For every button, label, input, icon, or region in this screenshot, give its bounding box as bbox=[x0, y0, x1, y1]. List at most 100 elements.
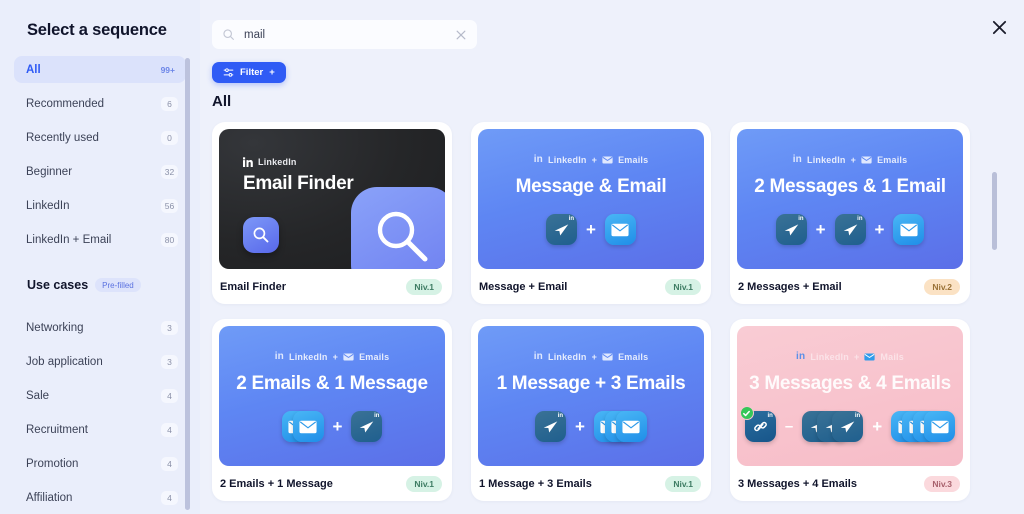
main-panel: Filter + All LinkedIn Email Finder bbox=[200, 0, 1024, 514]
card-header: in LinkedIn + Emails bbox=[275, 352, 390, 363]
close-icon bbox=[992, 20, 1006, 34]
sidebar-item-count: 6 bbox=[161, 96, 178, 111]
linkedin-message-icon: in bbox=[775, 214, 807, 245]
card-header-plus: + bbox=[853, 352, 860, 362]
card-name: Message + Email bbox=[479, 280, 568, 293]
plus-separator: + bbox=[586, 220, 596, 239]
sidebar-item-sale[interactable]: Sale 4 bbox=[14, 382, 186, 409]
card-header-plus: + bbox=[591, 352, 598, 362]
linkedin-icon: in bbox=[792, 154, 802, 165]
sequence-card[interactable]: in LinkedIn + Emails 2 Messages & 1 Emai… bbox=[730, 122, 970, 304]
close-icon[interactable] bbox=[455, 29, 467, 41]
card-header-suffix: Emails bbox=[359, 352, 390, 362]
linkedin-icon: in bbox=[533, 154, 543, 165]
sidebar-item-count: 0 bbox=[161, 130, 178, 145]
sidebar-item-promotion[interactable]: Promotion 4 bbox=[14, 450, 186, 477]
linkedin-message-icon: in bbox=[351, 411, 383, 442]
card-name: Email Finder bbox=[220, 280, 287, 293]
main-scrollbar[interactable] bbox=[992, 172, 997, 250]
sidebar-item-label: Sale bbox=[26, 389, 50, 402]
card-footer: 1 Message + 3 Emails Niv.1 bbox=[478, 466, 704, 501]
close-button[interactable] bbox=[987, 15, 1011, 39]
dash-separator: – bbox=[784, 418, 794, 435]
linkedin-badge-icon: in bbox=[798, 216, 804, 222]
sidebar-item-linkedin-email[interactable]: LinkedIn + Email 80 bbox=[14, 226, 186, 253]
plus-separator: + bbox=[575, 417, 585, 436]
sidebar-item-linkedin[interactable]: LinkedIn 56 bbox=[14, 192, 186, 219]
message-icon-stack: in in in bbox=[802, 411, 864, 442]
card-visual: in LinkedIn + Emails Message & Email in … bbox=[478, 129, 704, 269]
email-icon bbox=[604, 214, 636, 245]
envelope-icon bbox=[602, 353, 613, 361]
sidebar-item-count: 3 bbox=[161, 320, 178, 335]
search-icon bbox=[351, 187, 445, 269]
linkedin-badge-icon: in bbox=[854, 413, 861, 419]
sequence-card[interactable]: in LinkedIn + Emails 2 Emails & 1 Messag… bbox=[212, 319, 452, 501]
use-cases-nav: Networking 3 Job application 3 Sale 4 Re… bbox=[0, 314, 200, 511]
card-brand-label: LinkedIn bbox=[807, 155, 846, 165]
search-input[interactable] bbox=[235, 28, 455, 41]
card-brand-label: LinkedIn bbox=[289, 352, 328, 362]
search-box[interactable] bbox=[212, 20, 477, 49]
email-icon-stack bbox=[593, 411, 647, 442]
card-header-suffix: Emails bbox=[618, 155, 649, 165]
card-title: 2 Messages & 1 Email bbox=[754, 176, 946, 197]
sidebar-item-label: Recommended bbox=[26, 97, 104, 110]
sidebar-item-recently-used[interactable]: Recently used 0 bbox=[14, 124, 186, 151]
sidebar-item-beginner[interactable]: Beginner 32 bbox=[14, 158, 186, 185]
linkedin-badge-icon: in bbox=[557, 413, 564, 419]
plus-separator: + bbox=[815, 220, 826, 239]
sidebar-item-recommended[interactable]: Recommended 6 bbox=[14, 90, 186, 117]
search-row bbox=[200, 0, 1024, 49]
envelope-icon bbox=[864, 353, 876, 361]
sidebar-scrollbar[interactable] bbox=[185, 58, 190, 510]
sidebar-item-label: LinkedIn bbox=[26, 199, 70, 212]
sidebar-item-label: Recruitment bbox=[26, 423, 88, 436]
sidebar-item-count: 80 bbox=[161, 232, 178, 247]
sidebar-item-count: 3 bbox=[161, 354, 178, 369]
card-header: in LinkedIn + Emails bbox=[534, 352, 649, 363]
sidebar-item-affiliation[interactable]: Affiliation 4 bbox=[14, 484, 186, 511]
status-badge: Niv.1 bbox=[665, 278, 701, 295]
sequence-card[interactable]: in LinkedIn + Emails Message & Email in … bbox=[471, 122, 711, 304]
email-icon-stack bbox=[281, 411, 324, 442]
email-icon bbox=[924, 411, 956, 442]
linkedin-badge-icon: in bbox=[374, 413, 380, 419]
sidebar-nav: All 99+ Recommended 6 Recently used 0 Be… bbox=[0, 56, 200, 253]
envelope-icon bbox=[861, 156, 872, 164]
email-icon bbox=[615, 411, 647, 442]
sequence-card[interactable]: LinkedIn Email Finder Email Finder Niv.1 bbox=[212, 122, 452, 304]
use-cases-title: Use cases bbox=[27, 278, 89, 292]
sidebar-item-recruitment[interactable]: Recruitment 4 bbox=[14, 416, 186, 443]
use-cases-header: Use cases Pre-filled bbox=[0, 260, 200, 298]
linkedin-badge-icon: in bbox=[857, 216, 863, 222]
card-visual: in LinkedIn + Emails 2 Messages & 1 Emai… bbox=[737, 129, 963, 269]
sequence-picker-modal: Select a sequence All 99+ Recommended 6 … bbox=[0, 0, 1024, 514]
sidebar-item-label: Networking bbox=[26, 321, 84, 334]
filter-plus-icon: + bbox=[269, 67, 275, 78]
sidebar-item-label: Recently used bbox=[26, 131, 99, 144]
sidebar-item-count: 4 bbox=[161, 456, 178, 471]
sidebar-item-job-application[interactable]: Job application 3 bbox=[14, 348, 186, 375]
card-title: 2 Emails & 1 Message bbox=[236, 373, 428, 394]
card-footer: Email Finder Niv.1 bbox=[219, 269, 445, 304]
card-brand-label: LinkedIn bbox=[548, 352, 587, 362]
sidebar-item-count: 99+ bbox=[160, 64, 175, 75]
card-name: 2 Messages + Email bbox=[738, 280, 842, 293]
group-title: All bbox=[212, 93, 232, 110]
prefilled-badge: Pre-filled bbox=[95, 278, 141, 292]
card-title: 1 Message + 3 Emails bbox=[496, 373, 686, 394]
sidebar-item-networking[interactable]: Networking 3 bbox=[14, 314, 186, 341]
card-icon-row: + in bbox=[281, 411, 383, 442]
linkedin-message-icon: in bbox=[546, 214, 578, 245]
sidebar-item-all[interactable]: All 99+ bbox=[14, 56, 186, 83]
sequence-card[interactable]: in LinkedIn + Mails 3 Messages & 4 Email… bbox=[730, 319, 970, 501]
card-name: 2 Emails + 1 Message bbox=[220, 477, 333, 490]
sequence-card[interactable]: in LinkedIn + Emails 1 Message + 3 Email… bbox=[471, 319, 711, 501]
sequence-card-grid: LinkedIn Email Finder Email Finder Niv.1… bbox=[200, 110, 1024, 501]
sidebar-item-count: 56 bbox=[161, 198, 178, 213]
card-header: LinkedIn bbox=[243, 157, 297, 167]
plus-separator: + bbox=[874, 220, 885, 239]
filter-button[interactable]: Filter + bbox=[212, 62, 286, 83]
sidebar-item-label: LinkedIn + Email bbox=[26, 233, 112, 246]
